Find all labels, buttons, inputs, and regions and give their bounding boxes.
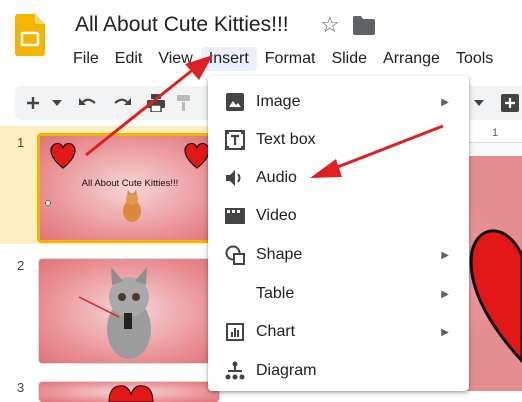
slide-row[interactable]: 1 All About Cute Kitties!!! xyxy=(0,126,223,244)
menu-item-label: Video xyxy=(256,207,297,224)
menu-item-label: Shape xyxy=(256,246,303,263)
menu-item-label: Table xyxy=(256,285,295,302)
menu-slide[interactable]: Slide xyxy=(323,47,375,71)
menu-insert[interactable]: Insert xyxy=(200,47,257,71)
submenu-arrow-icon: ▶ xyxy=(441,96,449,108)
diagram-icon xyxy=(224,360,246,382)
insert-menu: Image ▶ Text box Audio Video Shape ▶ Tab… xyxy=(208,76,469,391)
slide-number: 1 xyxy=(17,135,25,150)
google-slides-logo-icon[interactable] xyxy=(15,14,45,56)
menu-tools[interactable]: Tools xyxy=(448,47,501,71)
document-title[interactable]: All About Cute Kitties!!! xyxy=(75,13,289,37)
chevron-down-icon[interactable] xyxy=(49,86,65,120)
menu-edit[interactable]: Edit xyxy=(107,47,151,71)
folder-icon[interactable] xyxy=(353,15,375,35)
star-icon[interactable]: ☆ xyxy=(320,12,340,38)
audio-icon xyxy=(224,167,246,189)
image-icon xyxy=(224,91,246,113)
insert-text-box-item[interactable]: Text box xyxy=(208,121,469,159)
slide-panel: 1 All About Cute Kitties!!! 2 3 xyxy=(0,126,223,402)
submenu-arrow-icon: ▶ xyxy=(441,326,449,338)
insert-video-item[interactable]: Video xyxy=(208,197,469,235)
slide-1-title: All About Cute Kitties!!! xyxy=(82,178,179,189)
menu-bar: File Edit View Insert Format Slide Arran… xyxy=(65,44,501,74)
menu-view[interactable]: View xyxy=(150,47,200,71)
insert-shape-item[interactable]: Shape ▶ xyxy=(208,236,469,274)
slide-2-art xyxy=(78,267,151,359)
add-comment-icon[interactable] xyxy=(497,86,522,120)
insert-image-item[interactable]: Image ▶ xyxy=(208,83,469,121)
slide-number: 3 xyxy=(17,380,25,395)
menu-item-label: Text box xyxy=(256,131,316,148)
paint-format-icon[interactable] xyxy=(173,86,195,120)
add-icon[interactable] xyxy=(21,86,45,120)
shape-icon xyxy=(224,244,246,266)
undo-icon[interactable] xyxy=(75,86,101,120)
slide-1-art: All About Cute Kitties!!! xyxy=(45,142,210,222)
menu-format[interactable]: Format xyxy=(257,47,324,71)
chevron-down-icon[interactable] xyxy=(471,86,487,120)
slide-row[interactable]: 2 xyxy=(0,250,220,368)
menu-file[interactable]: File xyxy=(65,47,107,71)
menu-arrange[interactable]: Arrange xyxy=(375,47,448,71)
submenu-arrow-icon: ▶ xyxy=(441,249,449,261)
submenu-arrow-icon: ▶ xyxy=(441,288,449,300)
menu-item-label: Diagram xyxy=(256,362,317,379)
insert-table-item[interactable]: Table ▶ xyxy=(208,275,469,313)
slide-row[interactable]: 3 xyxy=(0,374,220,402)
slide-number: 2 xyxy=(17,258,25,273)
insert-audio-item[interactable]: Audio xyxy=(208,159,469,197)
insert-diagram-item[interactable]: Diagram xyxy=(208,352,469,390)
text-box-icon xyxy=(224,129,246,151)
redo-icon[interactable] xyxy=(109,86,135,120)
ruler-label: 1 xyxy=(492,127,499,139)
slide-thumbnail[interactable]: All About Cute Kitties!!! xyxy=(37,133,223,243)
chart-icon xyxy=(224,321,246,343)
video-icon xyxy=(224,205,246,227)
slide-thumbnail[interactable] xyxy=(38,258,220,364)
top-bar: All About Cute Kitties!!! ☆ File Edit Vi… xyxy=(0,0,522,80)
insert-chart-item[interactable]: Chart ▶ xyxy=(208,313,469,351)
menu-item-label: Chart xyxy=(256,323,296,340)
slide-3-art xyxy=(108,385,154,402)
slide-thumbnail[interactable] xyxy=(38,381,220,402)
menu-item-label: Image xyxy=(256,93,301,110)
print-icon[interactable] xyxy=(143,86,169,120)
menu-item-label: Audio xyxy=(256,169,297,186)
